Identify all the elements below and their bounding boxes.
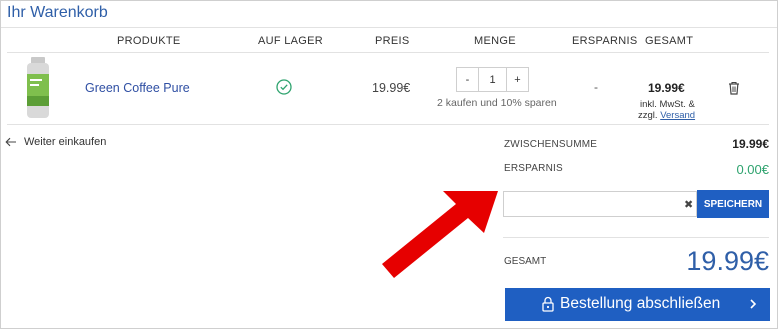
tax-note: inkl. MwSt. & xyxy=(640,99,695,110)
header-quantity: MENGE xyxy=(474,35,516,47)
product-bottle-image xyxy=(27,57,49,118)
header-in-stock: AUF LAGER xyxy=(258,35,324,47)
check-circle-icon xyxy=(276,79,292,95)
quantity-increment-button[interactable]: + xyxy=(507,68,528,91)
quantity-promo-text: 2 kaufen und 10% sparen xyxy=(437,97,557,109)
coupon-divider xyxy=(503,237,769,238)
header-savings: ERSPARNIS xyxy=(572,35,638,47)
coupon-input[interactable] xyxy=(503,191,697,217)
shipping-note-prefix: zzgl. xyxy=(638,110,661,121)
unit-price: 19.99€ xyxy=(372,81,411,95)
quantity-decrement-button[interactable]: - xyxy=(457,68,478,91)
grand-total-label: GESAMT xyxy=(504,256,547,267)
continue-shopping-label: Weiter einkaufen xyxy=(24,136,107,148)
item-savings: - xyxy=(594,80,598,94)
arrow-left-icon xyxy=(5,137,16,147)
trash-icon[interactable] xyxy=(728,81,740,95)
product-name-link[interactable]: Green Coffee Pure xyxy=(85,81,190,95)
clear-coupon-icon[interactable]: ✖ xyxy=(684,198,693,211)
continue-shopping-link[interactable]: Weiter einkaufen xyxy=(5,136,106,148)
quantity-stepper[interactable]: - 1 + xyxy=(456,67,529,92)
subtotal-value: 19.99€ xyxy=(732,137,769,151)
row-divider xyxy=(7,124,769,125)
savings-value: 0.00€ xyxy=(736,162,769,177)
subtotal-label: ZWISCHENSUMME xyxy=(504,139,598,150)
grand-total-value: 19.99€ xyxy=(686,246,769,276)
product-thumbnail[interactable] xyxy=(22,56,54,120)
title-divider xyxy=(1,27,777,28)
checkout-label: Bestellung abschließen xyxy=(560,295,721,312)
chevron-right-icon xyxy=(750,299,757,309)
quantity-value[interactable]: 1 xyxy=(478,68,507,91)
shipping-link[interactable]: Versand xyxy=(660,110,695,121)
header-divider xyxy=(7,52,769,53)
item-total: 19.99€ xyxy=(648,81,685,95)
checkout-button[interactable]: Bestellung abschließen xyxy=(505,288,770,321)
save-coupon-button[interactable]: SPEICHERN xyxy=(697,190,769,218)
header-price: PREIS xyxy=(375,35,410,47)
annotation-arrow-icon xyxy=(382,191,498,278)
page-title: Ihr Warenkorb xyxy=(7,4,108,21)
header-products: PRODUKTE xyxy=(117,35,181,47)
header-total: GESAMT xyxy=(645,35,694,47)
savings-label: ERSPARNIS xyxy=(504,163,563,174)
shipping-note: zzgl. Versand xyxy=(638,110,695,121)
lock-icon xyxy=(542,296,554,312)
